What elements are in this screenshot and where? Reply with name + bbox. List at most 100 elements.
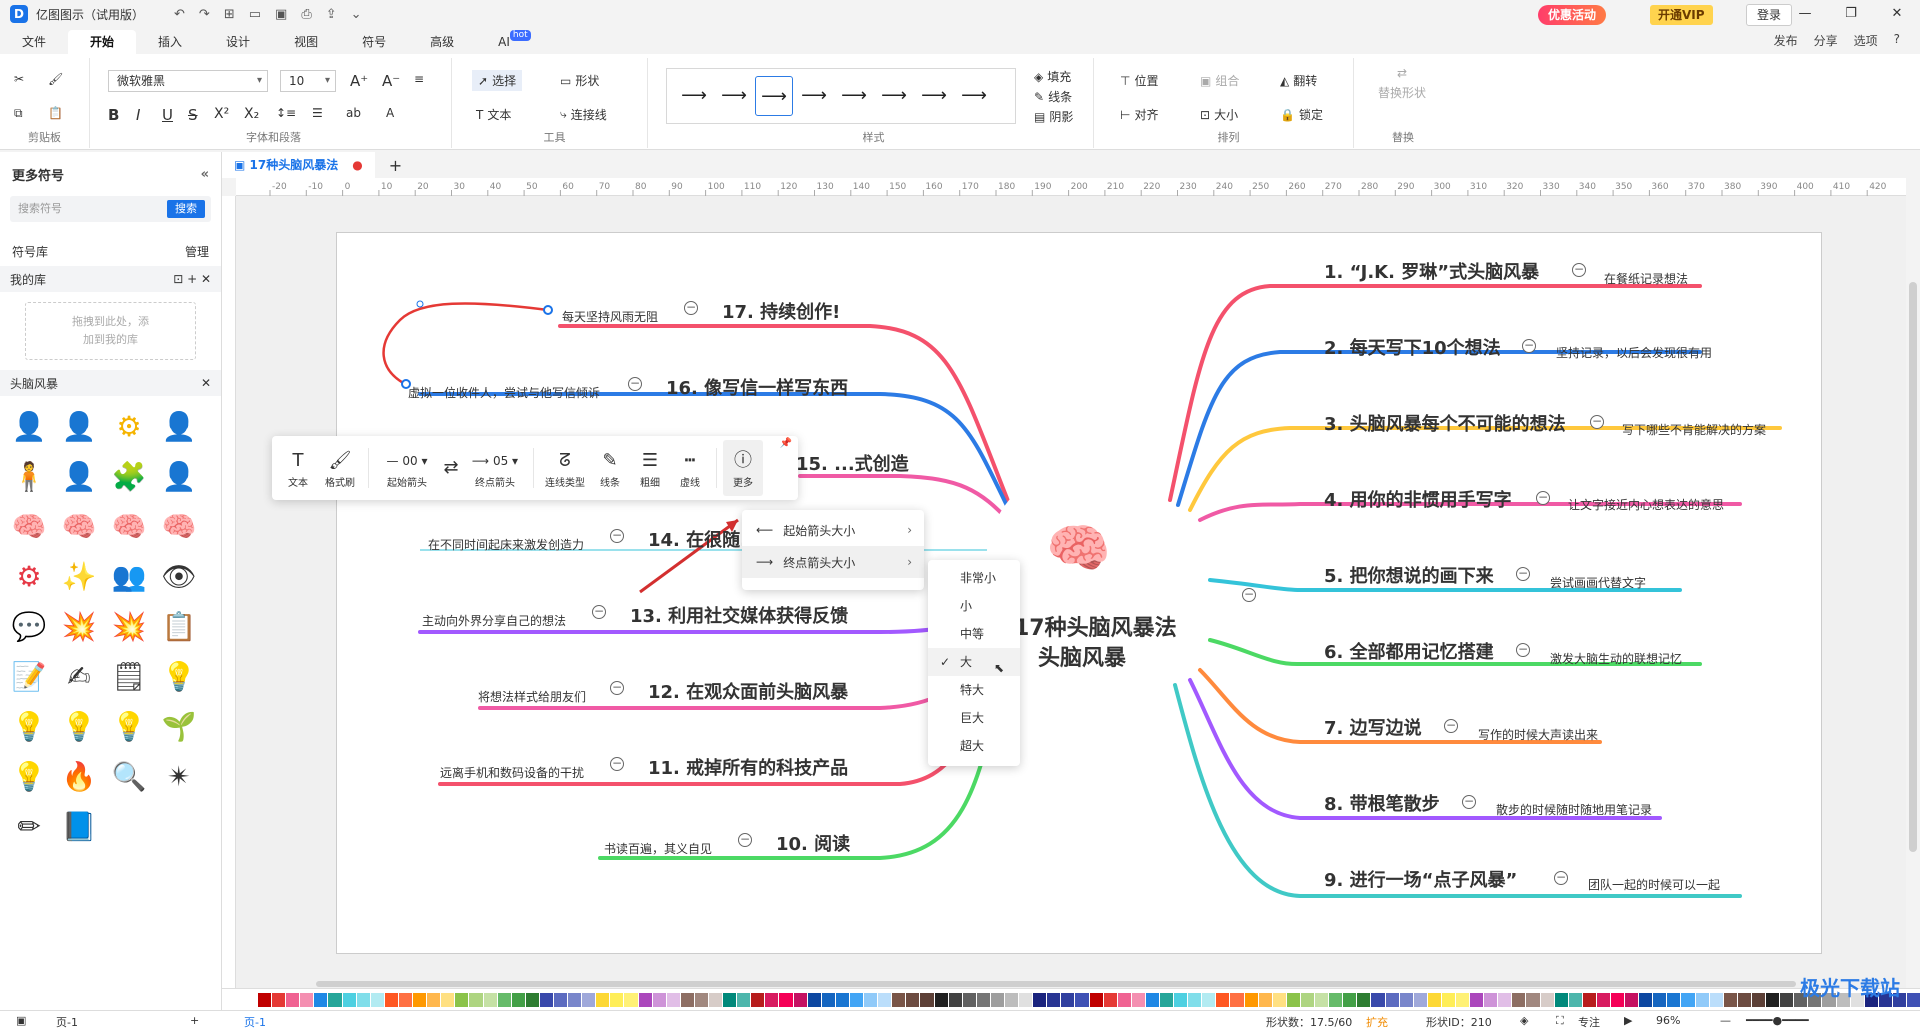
color-swatch[interactable] (1075, 992, 1089, 1007)
collapse-icon[interactable]: − (1522, 339, 1536, 353)
color-swatch[interactable] (539, 992, 553, 1007)
node-left-13[interactable]: 13. 利用社交媒体获得反馈 (630, 602, 848, 628)
note-left-12[interactable]: 将想法样式给朋友们 (478, 688, 586, 705)
swap-arrows-button[interactable]: ⇄ (439, 440, 463, 496)
start-arrow-select[interactable]: — 00 ▾ (387, 448, 428, 474)
page-view-icon[interactable]: ▣ (16, 1014, 26, 1027)
color-swatch[interactable] (1103, 992, 1117, 1007)
color-swatch[interactable] (384, 992, 398, 1007)
color-swatch[interactable] (793, 992, 807, 1007)
color-swatch[interactable] (511, 992, 525, 1007)
color-swatch[interactable] (469, 992, 483, 1007)
color-swatch[interactable] (1667, 992, 1681, 1007)
zoom-out-icon[interactable]: — (1720, 1014, 1731, 1027)
note-right-3[interactable]: 写下哪些不肯能解决的方案 (1622, 421, 1766, 438)
add-page-icon[interactable]: + (190, 1014, 199, 1027)
color-swatch[interactable] (864, 992, 878, 1007)
color-swatch[interactable] (976, 992, 990, 1007)
color-swatch[interactable] (1611, 992, 1625, 1007)
color-swatch[interactable] (1695, 992, 1709, 1007)
end-arrow-size-item[interactable]: ⟶ 终点箭头大小 (742, 546, 924, 578)
color-swatch[interactable] (1498, 992, 1512, 1007)
color-swatch[interactable] (1230, 992, 1244, 1007)
page-select[interactable]: 页-1 (56, 1014, 78, 1030)
note-left-17[interactable]: 每天坚持风雨无阻 (562, 308, 658, 325)
format-painter-button[interactable]: 🖌 格式刷 (318, 440, 362, 496)
collapse-icon[interactable]: − (1554, 871, 1568, 885)
color-swatch[interactable] (1441, 992, 1455, 1007)
horizontal-scrollbar[interactable] (236, 980, 1906, 988)
size-option-tiny[interactable]: 非常小 (928, 564, 1020, 592)
color-swatch[interactable] (398, 992, 413, 1007)
size-option-huge[interactable]: 巨大 (928, 704, 1020, 732)
color-swatch[interactable] (1315, 992, 1329, 1007)
note-right-2[interactable]: 坚持记录，以后会发现很有用 (1556, 344, 1712, 361)
color-swatch[interactable] (906, 992, 920, 1007)
note-left-14[interactable]: 在不同时间起床来激发创造力 (428, 536, 584, 553)
note-right-4[interactable]: 让文字接近内心想表达的意思 (1568, 496, 1724, 513)
color-swatch[interactable] (342, 992, 356, 1007)
note-right-5[interactable]: 尝试画画代替文字 (1550, 574, 1646, 591)
color-swatch[interactable] (821, 992, 835, 1007)
color-swatch[interactable] (1286, 992, 1300, 1007)
color-swatch[interactable] (582, 992, 596, 1007)
node-left-15[interactable]: 15. ...式创造 (796, 450, 909, 476)
color-swatch[interactable] (1526, 992, 1540, 1007)
color-swatch[interactable] (427, 992, 441, 1007)
color-swatch[interactable] (1512, 992, 1526, 1007)
color-swatch[interactable] (1117, 992, 1131, 1007)
note-left-10[interactable]: 书读百遍，其义自见 (604, 840, 712, 857)
color-swatch[interactable] (1554, 992, 1568, 1007)
color-swatch[interactable] (1780, 992, 1794, 1007)
color-swatch[interactable] (356, 992, 370, 1007)
zoom-slider[interactable]: ━━━━●━━━━ (1746, 1014, 1809, 1027)
more-button[interactable]: ⓘ 更多 (723, 440, 763, 496)
color-swatch[interactable] (483, 992, 497, 1007)
node-left-11[interactable]: 11. 戒掉所有的科技产品 (648, 754, 848, 780)
node-left-10[interactable]: 10. 阅读 (776, 830, 850, 856)
collapse-icon[interactable]: − (1242, 588, 1256, 602)
color-swatch[interactable] (1427, 992, 1441, 1007)
color-swatch[interactable] (1258, 992, 1272, 1007)
node-right-1[interactable]: 1. “J.K. 罗琳”式头脑风暴 (1324, 258, 1539, 284)
size-option-large[interactable]: ✓ 大 ⬉ (928, 648, 1020, 676)
collapse-icon[interactable]: − (738, 833, 752, 847)
collapse-icon[interactable]: − (1516, 567, 1530, 581)
weight-button[interactable]: ☰ 粗细 (630, 440, 670, 496)
color-swatch[interactable] (849, 992, 864, 1007)
size-option-medium[interactable]: 中等 (928, 620, 1020, 648)
node-right-6[interactable]: 6. 全部都用记忆搭建 (1324, 638, 1494, 664)
color-swatch[interactable] (1385, 992, 1399, 1007)
color-swatch[interactable] (1300, 992, 1315, 1007)
color-swatch[interactable] (1216, 992, 1230, 1007)
color-swatch[interactable] (723, 992, 737, 1007)
note-left-11[interactable]: 远离手机和数码设备的干扰 (440, 764, 584, 781)
collapse-icon[interactable]: − (1462, 795, 1476, 809)
color-swatch[interactable] (1131, 992, 1145, 1007)
color-swatch[interactable] (1568, 992, 1582, 1007)
collapse-icon[interactable]: − (684, 301, 698, 315)
collapse-icon[interactable]: − (1572, 263, 1586, 277)
color-swatch[interactable] (1723, 992, 1737, 1007)
pin-icon[interactable]: 📌 (780, 438, 792, 449)
start-arrow-button[interactable]: — 00 ▾ 起始箭头 (375, 440, 439, 496)
color-swatch[interactable] (1272, 992, 1286, 1007)
color-swatch[interactable] (652, 992, 666, 1007)
color-swatch[interactable] (1145, 992, 1159, 1007)
color-swatch[interactable] (568, 992, 582, 1007)
color-swatch[interactable] (1202, 992, 1216, 1007)
color-swatch[interactable] (1033, 992, 1047, 1007)
color-swatch[interactable] (455, 992, 469, 1007)
color-swatch[interactable] (694, 992, 708, 1007)
text-tool-button[interactable]: T 文本 (278, 440, 318, 496)
color-swatch[interactable] (990, 992, 1004, 1007)
color-swatch[interactable] (1906, 992, 1920, 1007)
note-right-9[interactable]: 团队一起的时候可以一起 (1588, 876, 1720, 893)
color-swatch[interactable] (1455, 992, 1470, 1007)
color-swatch[interactable] (624, 992, 638, 1007)
center-title-2[interactable]: 头脑风暴 (1038, 640, 1126, 672)
connector-control-handle[interactable] (416, 300, 424, 308)
color-swatch[interactable] (948, 992, 962, 1007)
color-swatch[interactable] (525, 992, 539, 1007)
red-connector[interactable] (382, 302, 549, 386)
